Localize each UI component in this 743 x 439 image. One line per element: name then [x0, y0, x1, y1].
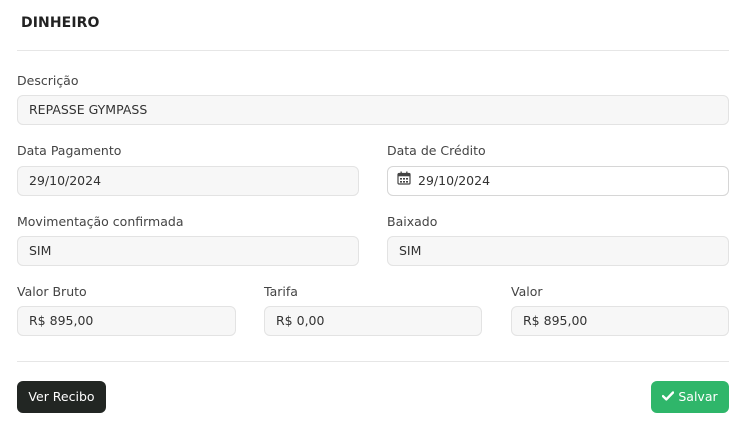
tarifa-field[interactable]: R$ 0,00 — [264, 306, 482, 336]
calendar-icon — [397, 167, 411, 195]
data-pagamento-value: 29/10/2024 — [29, 173, 102, 188]
footer-divider — [17, 361, 729, 362]
valor-bruto-label: Valor Bruto — [17, 284, 87, 299]
ver-recibo-label: Ver Recibo — [28, 389, 95, 404]
valor-label: Valor — [511, 284, 543, 299]
descricao-field[interactable]: REPASSE GYMPASS — [17, 95, 729, 125]
descricao-label: Descrição — [17, 73, 79, 88]
check-icon — [662, 381, 675, 413]
valor-bruto-field[interactable]: R$ 895,00 — [17, 306, 236, 336]
valor-bruto-value: R$ 895,00 — [29, 313, 94, 328]
baixado-label: Baixado — [387, 214, 438, 229]
valor-value: R$ 895,00 — [523, 313, 588, 328]
ver-recibo-button[interactable]: Ver Recibo — [17, 381, 106, 413]
baixado-field[interactable]: SIM — [387, 236, 729, 266]
movimentacao-confirmada-value: SIM — [29, 243, 52, 258]
data-pagamento-label: Data Pagamento — [17, 143, 122, 158]
page-title: DINHEIRO — [21, 15, 100, 31]
baixado-value: SIM — [399, 243, 422, 258]
movimentacao-confirmada-field[interactable]: SIM — [17, 236, 359, 266]
descricao-value: REPASSE GYMPASS — [29, 102, 148, 117]
tarifa-value: R$ 0,00 — [276, 313, 325, 328]
data-credito-field[interactable]: 29/10/2024 — [387, 166, 729, 196]
movimentacao-confirmada-label: Movimentação confirmada — [17, 214, 184, 229]
salvar-button[interactable]: Salvar — [651, 381, 729, 413]
valor-field[interactable]: R$ 895,00 — [511, 306, 729, 336]
data-credito-value: 29/10/2024 — [418, 173, 491, 188]
header-divider — [17, 50, 729, 51]
salvar-label: Salvar — [678, 389, 718, 404]
data-pagamento-field[interactable]: 29/10/2024 — [17, 166, 359, 196]
data-credito-label: Data de Crédito — [387, 143, 486, 158]
tarifa-label: Tarifa — [264, 284, 298, 299]
